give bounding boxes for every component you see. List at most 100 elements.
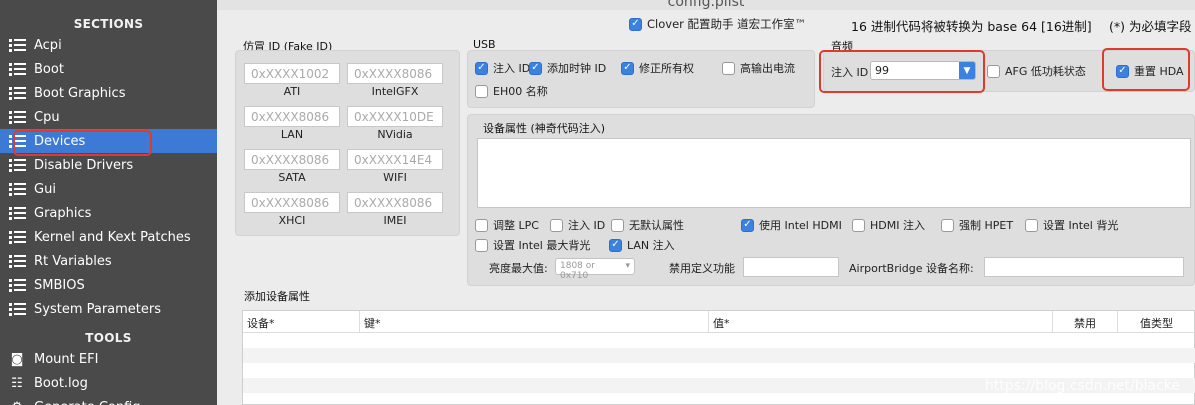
sidebar-item-boot-graphics[interactable]: Boot Graphics: [0, 81, 217, 105]
disable-function-label: 禁用定义功能: [669, 262, 735, 275]
property-option-2-label: 无默认属性: [629, 219, 684, 232]
checkbox-mark: [722, 61, 735, 75]
disable-function-input[interactable]: [743, 257, 839, 277]
sidebar-item-disable-drivers[interactable]: Disable Drivers: [0, 153, 217, 177]
table-row[interactable]: [243, 363, 1195, 378]
checkbox-mark: [1025, 218, 1038, 232]
window-titlebar: config.plist: [217, 0, 1195, 10]
window-title: config.plist: [667, 0, 745, 10]
checkbox-mark: [611, 218, 624, 232]
tool-item-generate-config[interactable]: ⚙ Generate Config: [0, 395, 217, 405]
chevron-down-icon: ▾: [625, 261, 630, 271]
sidebar-item-system-parameters[interactable]: System Parameters: [0, 297, 217, 321]
property-option-6-label: 设置 Intel 背光: [1043, 219, 1119, 232]
afg-low-power-checkbox[interactable]: AFG 低功耗状态: [987, 63, 1086, 79]
tool-item-mount-efi[interactable]: ◙ Mount EFI: [0, 347, 217, 371]
property-option-0-checkbox[interactable]: 调整 LPC: [475, 217, 539, 233]
fake-id-intelgfx-input[interactable]: 0xXXXX8086: [347, 63, 443, 84]
sidebar-item-label: SMBIOS: [34, 277, 85, 293]
usb-option-4-checkbox[interactable]: EH00 名称: [475, 83, 548, 99]
tool-item-label: Generate Config: [34, 400, 141, 405]
fake-id-lan-label: LAN: [280, 128, 304, 141]
property-option-1-label: 注入 ID: [568, 219, 606, 232]
fake-id-nvidia-input[interactable]: 0xXXXX10DE: [347, 106, 443, 127]
property-option-5-checkbox[interactable]: 强制 HPET: [941, 217, 1013, 233]
usb-option-1-checkbox[interactable]: ✓ 添加时钟 ID: [529, 60, 606, 76]
fake-id-imei-input[interactable]: 0xXXXX8086: [347, 192, 443, 213]
device-properties-heading: 设备属性 (神奇代码注入): [483, 122, 606, 135]
property-option-6-checkbox[interactable]: 设置 Intel 背光: [1025, 217, 1118, 233]
devices-panel: ✓ Clover 配置助手 道宏工作室™ 16 进制代码将被转换为 base 6…: [217, 10, 1195, 405]
sidebar-item-graphics[interactable]: Graphics: [0, 201, 217, 225]
clover-assistant-checkbox[interactable]: ✓ Clover 配置助手 道宏工作室™: [629, 16, 806, 32]
fake-id-imei-label: IMEI: [383, 214, 407, 227]
checkbox-mark: [987, 64, 1000, 78]
checkbox-mark: [475, 84, 488, 98]
fake-id-wifi-label: WIFI: [383, 171, 407, 184]
brightness-max-label: 亮度最大值:: [489, 262, 548, 275]
sidebar-item-smbios[interactable]: SMBIOS: [0, 273, 217, 297]
sidebar-item-rt-variables[interactable]: Rt Variables: [0, 249, 217, 273]
list-icon: [8, 86, 26, 100]
tool-item-label: Mount EFI: [34, 351, 99, 367]
property-option-2-checkbox[interactable]: 无默认属性: [611, 217, 684, 233]
column-header[interactable]: 值*: [709, 311, 1053, 333]
list-icon: [8, 206, 26, 220]
property-option-8-checkbox[interactable]: ✓ LAN 注入: [609, 237, 675, 253]
list-icon: [8, 302, 26, 316]
checkbox-mark: [941, 218, 954, 232]
sidebar-item-boot[interactable]: Boot: [0, 57, 217, 81]
table-row[interactable]: [243, 348, 1195, 363]
property-option-1-checkbox[interactable]: 注入 ID: [550, 217, 605, 233]
usb-option-2-label: 修正所有权: [639, 62, 694, 75]
sidebar-item-label: Graphics: [34, 205, 92, 221]
property-option-8-label: LAN 注入: [627, 239, 675, 252]
sidebar-item-label: Gui: [34, 181, 56, 197]
sidebar-item-gui[interactable]: Gui: [0, 177, 217, 201]
sidebar: SECTIONS Acpi Boot Boot Graphics Cpu Devices…: [0, 0, 217, 405]
usb-option-0-checkbox[interactable]: ✓ 注入 ID: [475, 60, 530, 76]
sidebar-item-acpi[interactable]: Acpi: [0, 33, 217, 57]
tool-item-boot-log[interactable]: ☷ Boot.log: [0, 371, 217, 395]
fake-id-nvidia-label: NVidia: [377, 128, 413, 141]
property-option-5-label: 强制 HPET: [959, 219, 1014, 232]
column-header[interactable]: 禁用: [1053, 311, 1118, 333]
property-option-7-checkbox[interactable]: 设置 Intel 最大背光: [475, 237, 590, 253]
fake-id-sata-input[interactable]: 0xXXXX8086: [244, 149, 340, 170]
checkbox-mark: ✓: [741, 218, 754, 232]
fake-id-wifi-input[interactable]: 0xXXXX14E4: [347, 149, 443, 170]
property-option-3-checkbox[interactable]: ✓ 使用 Intel HDMI: [741, 217, 842, 233]
list-icon: [8, 182, 26, 196]
list-icon: [8, 254, 26, 268]
usb-option-4-label: EH00 名称: [493, 85, 548, 98]
add-properties-heading: 添加设备属性: [244, 290, 310, 303]
property-option-4-checkbox[interactable]: HDMI 注入: [852, 217, 925, 233]
highlight-inject-id-annotation: [819, 50, 985, 93]
brightness-max-select[interactable]: 1808 or 0x710 ▾: [555, 258, 635, 281]
sections-heading: SECTIONS: [73, 17, 144, 31]
device-properties-textarea[interactable]: [477, 138, 1191, 208]
sidebar-item-label: System Parameters: [34, 301, 162, 317]
column-header[interactable]: 键*: [360, 311, 709, 333]
afg-low-power-label: AFG 低功耗状态: [1005, 65, 1086, 78]
column-header[interactable]: 值类型: [1118, 311, 1195, 333]
usb-option-0-label: 注入 ID: [493, 62, 531, 75]
sidebar-item-label: Boot: [34, 61, 64, 77]
sidebar-item-cpu[interactable]: Cpu: [0, 105, 217, 129]
property-option-7-label: 设置 Intel 最大背光: [493, 239, 591, 252]
fake-id-xhci-input[interactable]: 0xXXXX8086: [244, 192, 340, 213]
sidebar-item-kernel-and-kext-patches[interactable]: Kernel and Kext Patches: [0, 225, 217, 249]
fake-id-ati-input[interactable]: 0xXXXX1002: [244, 63, 340, 84]
list-icon: [8, 38, 26, 52]
column-header[interactable]: 设备*: [243, 311, 360, 333]
usb-group: [467, 50, 815, 108]
table-row[interactable]: [243, 333, 1195, 348]
usb-option-2-checkbox[interactable]: ✓ 修正所有权: [621, 60, 694, 76]
highlight-devices-annotation: [13, 130, 152, 156]
usb-option-3-checkbox[interactable]: 高输出电流: [722, 60, 795, 76]
clover-assistant-label: Clover 配置助手 道宏工作室™: [647, 17, 807, 31]
airport-bridge-input[interactable]: [984, 257, 1184, 277]
brightness-max-placeholder: 1808 or 0x710: [560, 261, 595, 281]
list-icon: [8, 278, 26, 292]
fake-id-lan-input[interactable]: 0xXXXX8086: [244, 106, 340, 127]
